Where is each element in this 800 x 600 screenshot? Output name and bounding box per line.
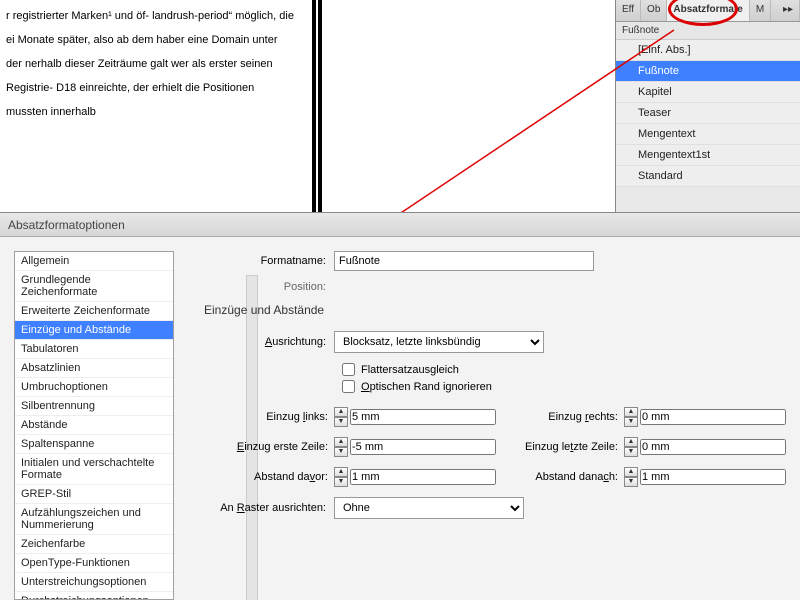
panel-style-item[interactable]: Kapitel	[616, 82, 800, 103]
dialog-category-item[interactable]: Abstände	[15, 416, 173, 435]
abstand-davor-label: Abstand davor:	[204, 471, 334, 483]
dialog-category-item[interactable]: Erweiterte Zeichenformate	[15, 302, 173, 321]
einzug-links-label: Einzug links:	[204, 411, 334, 423]
dialog-category-item[interactable]: Tabulatoren	[15, 340, 173, 359]
einzug-erste-label: Einzug erste Zeile:	[204, 441, 334, 453]
dialog-category-item[interactable]: Zeichenfarbe	[15, 535, 173, 554]
panel-tab-strip: Eff Ob Absatzformate M ▸▸	[616, 0, 800, 22]
dialog-category-item[interactable]: Unterstreichungsoptionen	[15, 573, 173, 592]
dialog-category-item[interactable]: OpenType-Funktionen	[15, 554, 173, 573]
paragraph-styles-panel: Eff Ob Absatzformate M ▸▸ Fußnote [Einf.…	[615, 0, 800, 218]
paragraph-style-options-dialog: Absatzformatoptionen Allgemein Grundlege…	[0, 212, 800, 600]
spinner[interactable]: ▲▼	[334, 407, 348, 427]
flattersatz-checkbox[interactable]	[342, 363, 355, 376]
ausrichtung-select[interactable]: Blocksatz, letzte linksbündig	[334, 331, 544, 353]
raster-select[interactable]: Ohne	[334, 497, 524, 519]
einzug-links-input[interactable]	[350, 409, 496, 425]
abstand-danach-input[interactable]	[640, 469, 786, 485]
dialog-main-pane: Formatname: Position: Einzüge und Abstän…	[174, 237, 800, 600]
document-empty-column	[322, 0, 578, 220]
dialog-category-item[interactable]: Spaltenspanne	[15, 435, 173, 454]
abstand-danach-label: Abstand danach:	[514, 471, 624, 483]
spinner[interactable]: ▲▼	[334, 437, 348, 457]
flattersatz-label: Flattersatzausgleich	[361, 364, 459, 376]
dialog-category-item[interactable]: Grundlegende Zeichenformate	[15, 271, 173, 302]
spinner[interactable]: ▲▼	[334, 467, 348, 487]
formatname-label: Formatname:	[204, 255, 334, 267]
panel-style-item-fussnote[interactable]: Fußnote	[616, 61, 800, 82]
dialog-category-item[interactable]: Durchstreichungsoptionen	[15, 592, 173, 600]
spinner[interactable]: ▲▼	[624, 467, 638, 487]
optischer-rand-label: Optischen Rand ignorieren	[361, 381, 492, 393]
dialog-category-item[interactable]: Allgemein	[15, 252, 173, 271]
einzug-letzte-input[interactable]	[640, 439, 786, 455]
column-separator	[312, 0, 316, 220]
document-text-column: r registrierter Marken¹ und öf- landrush…	[0, 0, 300, 220]
dialog-category-item[interactable]: Silbentrennung	[15, 397, 173, 416]
dialog-category-item-einzuege[interactable]: Einzüge und Abstände	[15, 321, 173, 340]
dialog-category-item[interactable]: Absatzlinien	[15, 359, 173, 378]
dialog-category-item[interactable]: Umbruchoptionen	[15, 378, 173, 397]
panel-tab-absatzformate[interactable]: Absatzformate	[667, 0, 749, 21]
panel-tab[interactable]: Eff	[616, 0, 641, 21]
raster-label: An Raster ausrichten:	[204, 502, 334, 514]
dialog-category-item[interactable]: GREP-Stil	[15, 485, 173, 504]
dialog-category-list: Allgemein Grundlegende Zeichenformate Er…	[14, 251, 174, 600]
panel-style-item[interactable]: Standard	[616, 166, 800, 187]
panel-style-item[interactable]: Teaser	[616, 103, 800, 124]
dialog-category-item[interactable]: Initialen und verschachtelte Formate	[15, 454, 173, 485]
dialog-title: Absatzformatoptionen	[0, 213, 800, 237]
spinner[interactable]: ▲▼	[624, 407, 638, 427]
panel-overflow-icon[interactable]: ▸▸	[771, 0, 800, 21]
panel-style-list: [Einf. Abs.] Fußnote Kapitel Teaser Meng…	[616, 40, 800, 187]
panel-style-item[interactable]: Mengentext1st	[616, 145, 800, 166]
formatname-input[interactable]	[334, 251, 594, 271]
panel-tab[interactable]: Ob	[641, 0, 667, 21]
position-label: Position:	[204, 281, 334, 293]
optischer-rand-checkbox[interactable]	[342, 380, 355, 393]
abstand-davor-input[interactable]	[350, 469, 496, 485]
panel-tab[interactable]: M	[750, 0, 771, 21]
spinner[interactable]: ▲▼	[624, 437, 638, 457]
einzug-erste-input[interactable]	[350, 439, 496, 455]
panel-style-item[interactable]: Mengentext	[616, 124, 800, 145]
dialog-category-item[interactable]: Aufzählungszeichen und Nummerierung	[15, 504, 173, 535]
einzug-rechts-input[interactable]	[640, 409, 786, 425]
panel-style-header: Fußnote	[616, 22, 800, 40]
ausrichtung-label: Ausrichtung:	[204, 336, 334, 348]
einzug-letzte-label: Einzug letzte Zeile:	[514, 441, 624, 453]
einzug-rechts-label: Einzug rechts:	[514, 411, 624, 423]
section-heading: Einzüge und Abstände	[204, 303, 786, 317]
panel-style-item[interactable]: [Einf. Abs.]	[616, 40, 800, 61]
